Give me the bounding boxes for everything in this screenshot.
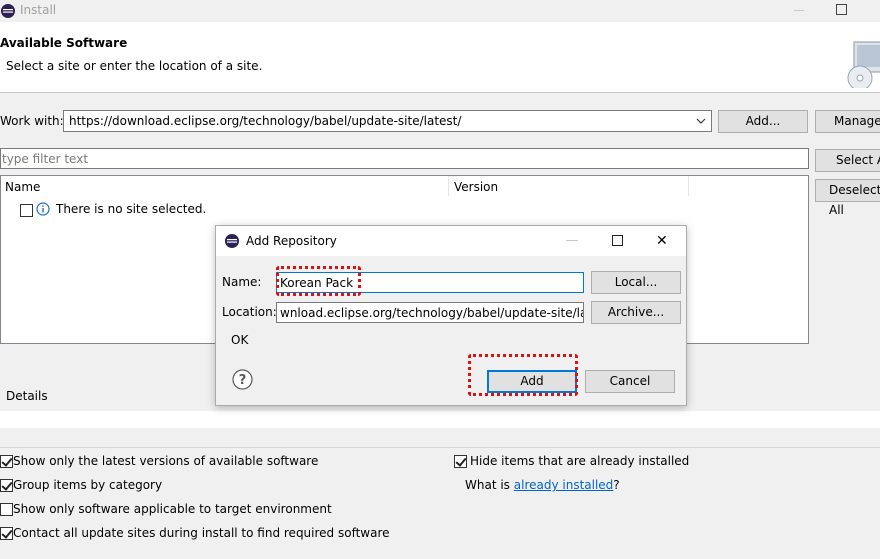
tree-row-text: There is no site selected. (56, 202, 207, 216)
svg-text:?: ? (239, 373, 247, 388)
eclipse-icon (225, 234, 239, 248)
page-description: Select a site or enter the location of a… (6, 59, 263, 73)
row-checkbox[interactable] (20, 204, 33, 217)
dialog-title: Add Repository (246, 234, 337, 248)
add-button-highlight (468, 354, 578, 396)
details-area (0, 411, 880, 428)
contact-all-checkbox[interactable] (0, 527, 13, 540)
group-by-category-label: Group items by category (13, 478, 163, 492)
deselect-all-button[interactable]: Deselect All (815, 179, 880, 217)
what-is-suffix: ? (613, 478, 620, 492)
hide-installed-label: Hide items that are already installed (470, 454, 690, 468)
column-header-version[interactable]: Version (454, 180, 498, 194)
filter-input[interactable]: type filter text (0, 148, 809, 169)
details-label: Details (6, 389, 48, 403)
status-text: OK (231, 333, 249, 347)
work-with-value: https://download.eclipse.org/technology/… (69, 114, 462, 128)
select-all-button[interactable]: Select All (815, 149, 880, 172)
page-title: Available Software (0, 36, 128, 50)
applicable-only-label: Show only software applicable to target … (13, 502, 332, 516)
work-with-combo[interactable]: https://download.eclipse.org/technology/… (63, 110, 712, 132)
column-divider[interactable] (688, 176, 689, 196)
help-icon[interactable]: ? (232, 369, 253, 390)
add-site-button[interactable]: Add... (718, 110, 808, 133)
location-value: wnload.eclipse.org/technology/babel/upda… (280, 306, 584, 320)
eclipse-icon (1, 4, 15, 18)
work-with-label: Work with: (0, 114, 64, 128)
group-by-category-checkbox[interactable] (0, 479, 13, 492)
window-titlebar: Install (0, 0, 880, 22)
wizard-header: Available Software Select a site or ente… (0, 22, 880, 92)
window-title: Install (20, 3, 57, 17)
manage-button[interactable]: Manage... (815, 110, 880, 133)
column-header-name[interactable]: Name (5, 180, 40, 194)
maximize-icon[interactable] (612, 235, 623, 246)
name-highlight (276, 266, 361, 296)
applicable-only-checkbox[interactable] (0, 503, 13, 516)
location-label: Location: (222, 305, 277, 319)
name-label: Name: (222, 275, 262, 289)
latest-only-label: Show only the latest versions of availab… (13, 454, 319, 468)
hide-installed-checkbox[interactable] (454, 455, 467, 468)
install-banner-icon (847, 41, 880, 88)
dialog-titlebar: Add Repository ✕ (216, 226, 686, 256)
archive-button[interactable]: Archive... (591, 301, 681, 324)
minimize-icon[interactable] (792, 2, 806, 16)
close-icon[interactable]: ✕ (656, 233, 668, 249)
filter-placeholder: type filter text (2, 152, 89, 166)
info-icon (36, 202, 50, 216)
cancel-button[interactable]: Cancel (585, 370, 675, 393)
chevron-down-icon[interactable] (695, 114, 707, 128)
minimize-icon[interactable] (566, 240, 578, 241)
details-separator (0, 447, 880, 448)
column-divider[interactable] (448, 176, 449, 196)
header-separator (0, 92, 880, 93)
what-is-prefix: What is (465, 478, 514, 492)
add-repository-dialog: Add Repository ✕ Name: Korean Pack Local… (215, 225, 687, 406)
maximize-icon[interactable] (836, 4, 847, 15)
what-is-installed-text: What is already installed? (465, 478, 620, 492)
already-installed-link[interactable]: already installed (514, 478, 614, 492)
local-button[interactable]: Local... (591, 271, 681, 294)
latest-only-checkbox[interactable] (0, 455, 13, 468)
location-input[interactable]: wnload.eclipse.org/technology/babel/upda… (276, 302, 584, 323)
contact-all-label: Contact all update sites during install … (13, 526, 390, 540)
